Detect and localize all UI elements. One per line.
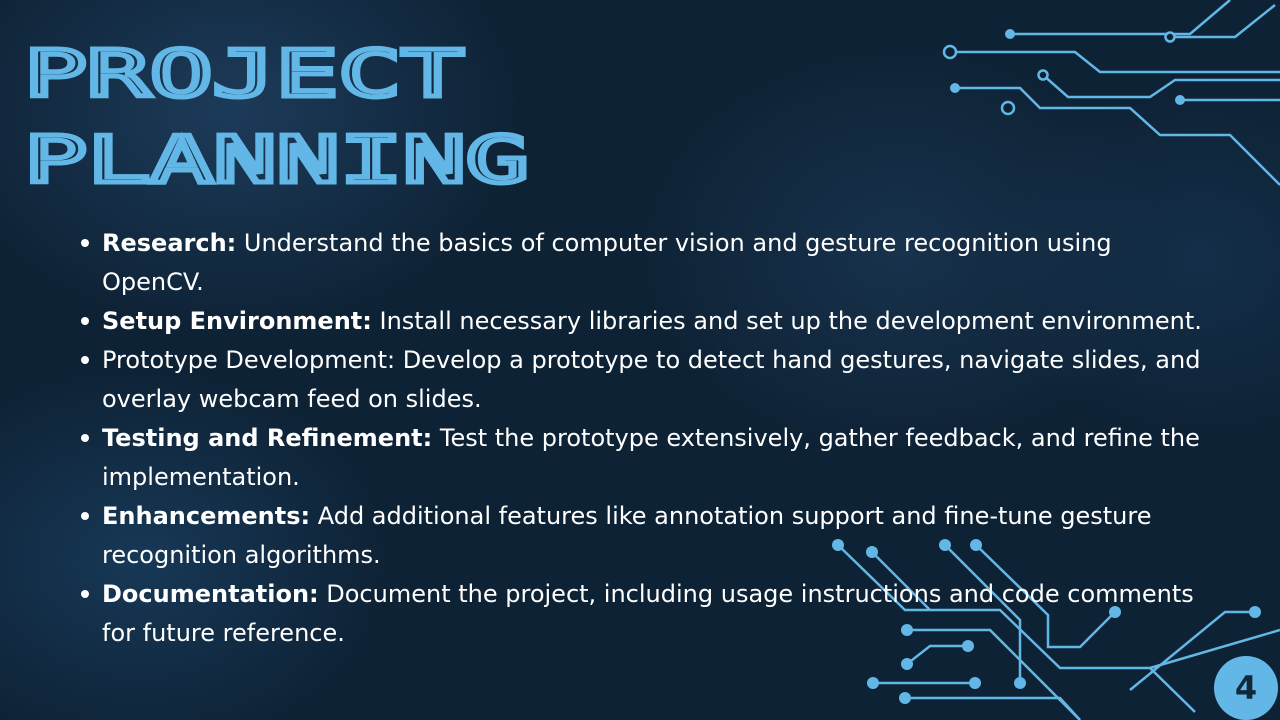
bullet-term: Documentation: [102, 580, 319, 608]
bullet-term: Testing and Refinement: [102, 424, 433, 452]
bullet-list: Research: Understand the basics of compu… [81, 224, 1212, 653]
bullet-text: Install necessary libraries and set up t… [371, 307, 1202, 335]
bullet-text: Prototype Development: Develop a prototy… [102, 346, 1201, 413]
bullet-text: Understand the basics of computer vision… [102, 229, 1112, 296]
page-number-badge: 4 [1214, 656, 1278, 720]
list-item: Testing and Refinement: Test the prototy… [81, 419, 1212, 497]
list-item: Setup Environment: Install necessary lib… [81, 302, 1212, 341]
list-item: Documentation: Document the project, inc… [81, 575, 1212, 653]
bullet-term: Setup Environment: [102, 307, 372, 335]
bullet-term: Enhancements: [102, 502, 311, 530]
slide-title: PROJECT PLANNING [24, 42, 564, 192]
list-item: Enhancements: Add additional features li… [81, 497, 1212, 575]
title-line-1: PROJECT [24, 42, 464, 112]
list-item: Prototype Development: Develop a prototy… [81, 341, 1212, 419]
title-line-2: PLANNING [24, 124, 529, 192]
bullet-term: Research: [102, 229, 237, 257]
list-item: Research: Understand the basics of compu… [81, 224, 1212, 302]
